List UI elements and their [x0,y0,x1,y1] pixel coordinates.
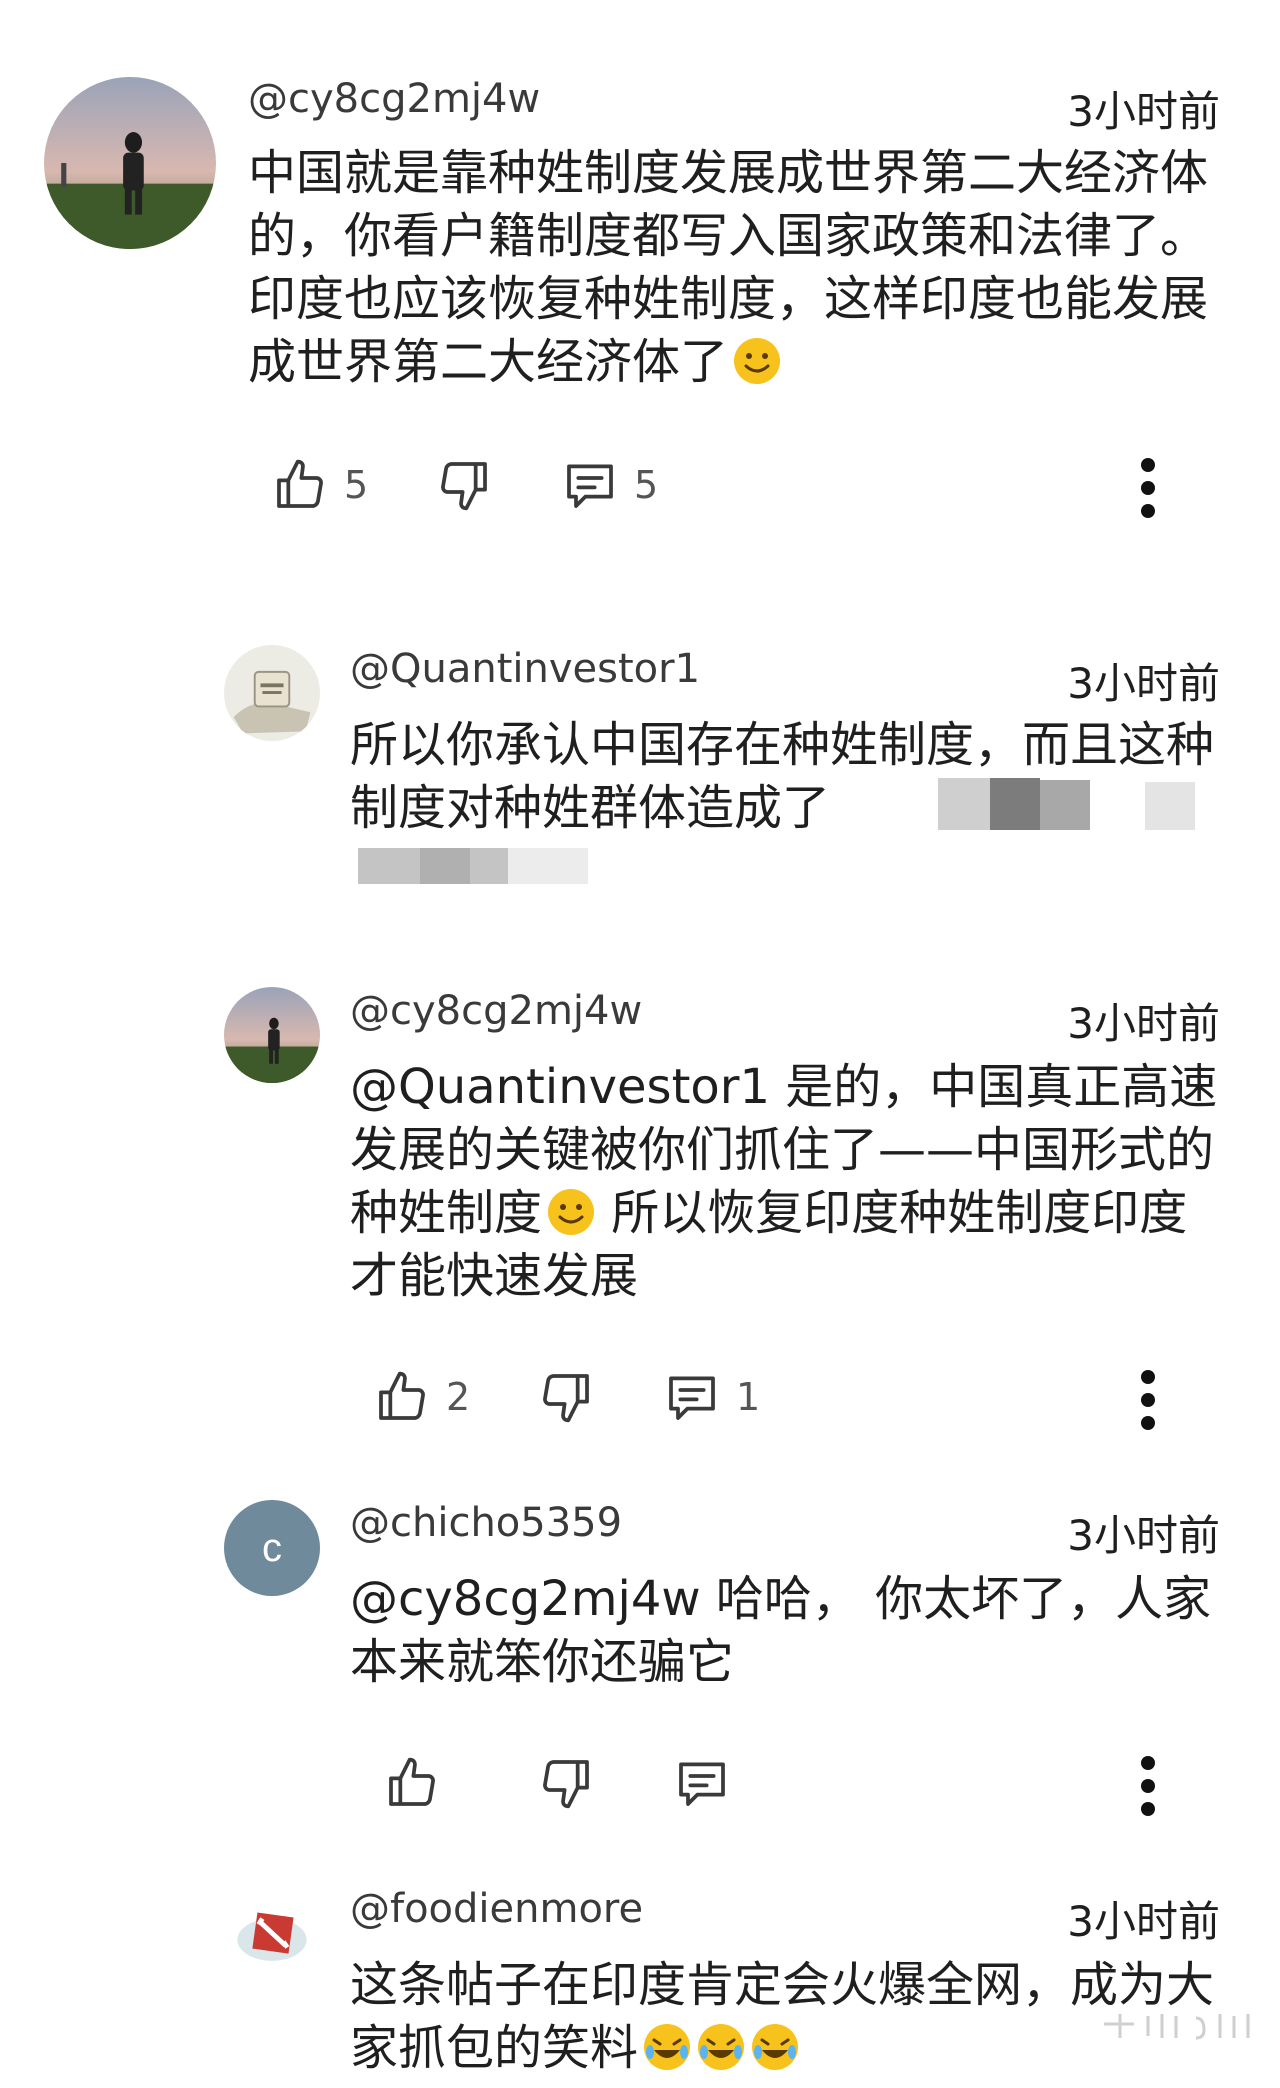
laughing-emoji-icon [642,2022,692,2072]
thumbs-up-icon [277,459,323,508]
comment-time: 3小时前 [1067,1511,1220,1560]
comment-actions: 2 1 [0,1362,1280,1432]
comment-icon [567,464,613,508]
thumbs-up-icon [389,1757,435,1806]
comment-author[interactable]: @Quantinvestor1 [350,646,700,692]
comment-time: 3小时前 [1067,659,1220,708]
reply-button[interactable] [674,1748,730,1818]
avatar-image [224,987,320,1083]
thumbs-down-icon [441,462,487,511]
comment-author[interactable]: @chicho5359 [350,1500,622,1546]
comment-actions: 5 5 [0,450,1280,520]
reply-button[interactable]: 1 [664,1362,760,1432]
comment-text: @Quantinvestor1 是的，中国真正高速发展的关键被你们抓住了——中国… [350,1056,1225,1308]
comment-text: 这条帖子在印度肯定会火爆全网，成为大家抓包的笑料 [350,1954,1225,2080]
avatar-image [224,645,320,741]
thumbs-up-icon [379,1371,425,1420]
dislike-button[interactable] [538,1748,594,1818]
redacted-text [990,778,1040,830]
more-options-icon[interactable] [1134,1366,1162,1432]
more-options-icon[interactable] [1134,454,1162,520]
laughing-emoji-icon [750,2022,800,2072]
dota-logo-icon [237,1912,307,1961]
comment-author[interactable]: @cy8cg2mj4w [350,988,642,1034]
avatar[interactable] [224,1886,320,1982]
avatar[interactable] [224,987,320,1083]
watermark [1100,2010,1260,2040]
comment-text: @cy8cg2mj4w 哈哈， 你太坏了，人家本来就笨你还骗它 [350,1571,1212,1690]
dislike-button[interactable] [538,1362,594,1432]
reply-count: 5 [634,463,659,507]
redacted-text [938,778,998,830]
comment-time: 3小时前 [1067,87,1220,136]
comment-author[interactable]: @cy8cg2mj4w [248,76,540,122]
redacted-text [1145,782,1195,830]
more-options-icon[interactable] [1134,1752,1162,1818]
thumbs-down-icon [543,1374,589,1423]
like-button[interactable] [384,1748,440,1818]
reply-button[interactable]: 5 [562,450,658,520]
comment-time: 3小时前 [1067,999,1220,1048]
laughing-emoji-icon [696,2022,746,2072]
avatar[interactable]: c [224,1500,320,1596]
smile-emoji-icon [732,336,782,386]
avatar-image [44,77,216,249]
like-button[interactable]: 2 [374,1362,470,1432]
reply-count: 1 [736,1375,761,1419]
comment-author[interactable]: @foodienmore [350,1886,643,1932]
dislike-button[interactable] [436,450,492,520]
thumbs-down-icon [543,1760,589,1809]
redacted-text [508,848,588,884]
like-button[interactable]: 5 [272,450,368,520]
comment-actions [0,1748,1280,1818]
comment-text-content: 中国就是靠种姓制度发展成世界第二大经济体的，你看户籍制度都写入国家政策和法律了。… [248,145,1209,390]
redacted-text [1040,780,1090,830]
avatar-letter: c [262,1525,282,1570]
comment-icon [679,1762,725,1806]
comment-text: 所以你承认中国存在种姓制度，而且这种制度对种姓群体造成了 [350,717,1215,836]
comment-text: 中国就是靠种姓制度发展成世界第二大经济体的，你看户籍制度都写入国家政策和法律了。… [248,142,1225,394]
comment-icon [669,1376,715,1420]
avatar[interactable] [224,645,320,741]
avatar[interactable] [44,77,216,249]
smile-emoji-icon [546,1187,596,1237]
comment-time: 3小时前 [1067,1897,1220,1946]
like-count: 5 [344,463,369,507]
like-count: 2 [446,1375,471,1419]
redacted-text [420,848,470,884]
